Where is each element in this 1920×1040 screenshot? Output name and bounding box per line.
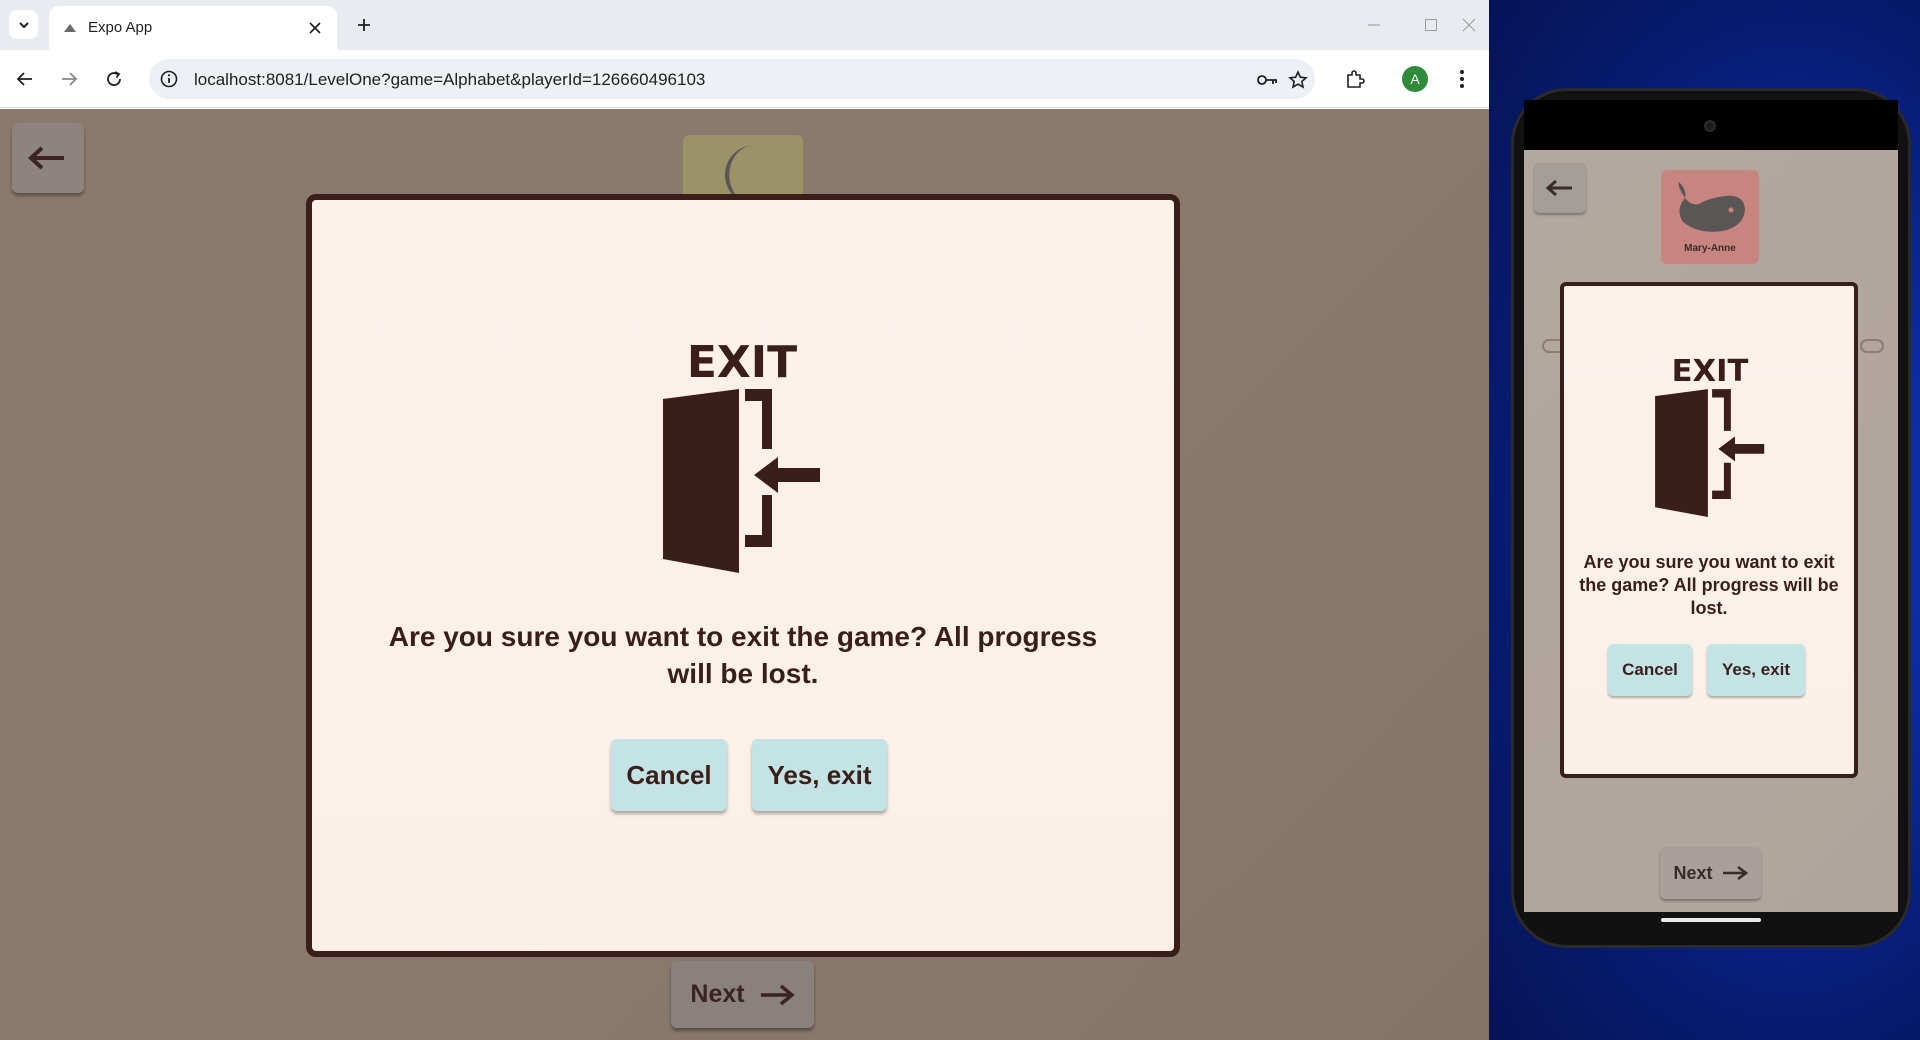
- arrow-right-icon: [1722, 865, 1748, 881]
- confirm-exit-button[interactable]: Yes, exit: [752, 739, 887, 811]
- extensions-button[interactable]: [1341, 65, 1369, 93]
- phone-slot-right: [1860, 339, 1884, 353]
- back-nav-button[interactable]: [10, 64, 40, 94]
- maximize-icon: [1425, 19, 1437, 31]
- phone-next-button[interactable]: Next: [1660, 847, 1761, 899]
- minimize-button[interactable]: [1354, 10, 1394, 40]
- more-vertical-icon: [1460, 70, 1464, 88]
- bookmark-button[interactable]: [1287, 69, 1309, 91]
- phone-home-indicator[interactable]: [1661, 918, 1761, 922]
- new-tab-button[interactable]: [351, 12, 377, 38]
- site-info-icon[interactable]: [159, 69, 179, 89]
- game-back-button[interactable]: [12, 123, 84, 193]
- exit-door-icon: EXIT: [663, 337, 820, 573]
- exit-confirm-message: Are you sure you want to exit the game? …: [388, 621, 1098, 689]
- phone-card-label: Mary-Anne: [1684, 243, 1736, 254]
- whale-icon: [1678, 182, 1745, 232]
- tab-search-button[interactable]: [9, 10, 38, 39]
- browser-tab-active[interactable]: Expo App: [49, 6, 337, 50]
- phone-cancel-button[interactable]: Cancel: [1608, 644, 1692, 696]
- phone-confirm-exit-button[interactable]: Yes, exit: [1707, 644, 1805, 696]
- exit-confirm-dialog: EXIT Are you sure you want to exit the g…: [306, 194, 1180, 957]
- reload-button[interactable]: [99, 64, 129, 94]
- phone-exit-confirm-dialog: EXIT Are you sure you want to exit the g…: [1560, 282, 1858, 778]
- profile-avatar[interactable]: A: [1402, 66, 1428, 92]
- puzzle-icon: [1347, 70, 1365, 88]
- tab-bar: Expo App: [0, 0, 1489, 50]
- arrow-right-icon: [760, 984, 795, 1005]
- tab-title: Expo App: [88, 19, 153, 36]
- arrow-left-icon: [1546, 179, 1572, 197]
- exit-door-icon: EXIT: [1655, 354, 1765, 518]
- web-app-viewport: Next EXIT Are you sure you want to exit …: [0, 109, 1489, 1040]
- arrow-right-icon: [62, 72, 78, 86]
- arrow-left-icon: [28, 146, 64, 170]
- arrow-left-icon: [16, 72, 32, 86]
- address-bar[interactable]: localhost:8081/LevelOne?game=Alphabet&pl…: [149, 59, 1315, 99]
- browser-toolbar: localhost:8081/LevelOne?game=Alphabet&pl…: [0, 50, 1489, 108]
- phone-app-screen: Mary-Anne EXIT Are you sure you want to …: [1524, 150, 1898, 912]
- plus-icon: [358, 19, 370, 31]
- close-icon: [309, 22, 321, 34]
- camera-icon: [1704, 120, 1716, 132]
- tab-close-button[interactable]: [305, 18, 325, 38]
- exit-icon-text: EXIT: [687, 337, 797, 388]
- forward-nav-button[interactable]: [54, 64, 84, 94]
- password-key-button[interactable]: [1257, 69, 1279, 91]
- phone-exit-icon-text: EXIT: [1672, 354, 1749, 389]
- address-url[interactable]: localhost:8081/LevelOne?game=Alphabet&pl…: [194, 70, 705, 90]
- next-button-label: Next: [690, 980, 745, 1008]
- chevron-down-icon: [18, 21, 29, 28]
- browser-window: Expo App localhost:8081/LevelOne?game=Al…: [0, 0, 1489, 1040]
- browser-menu-button[interactable]: [1448, 65, 1476, 93]
- minimize-icon: [1368, 24, 1380, 26]
- maximize-button[interactable]: [1411, 10, 1451, 40]
- reload-icon: [107, 71, 121, 86]
- phone-game-back-button[interactable]: [1534, 163, 1586, 213]
- close-icon: [1462, 18, 1476, 32]
- cancel-button[interactable]: Cancel: [611, 739, 727, 811]
- phone-letter-card[interactable]: Mary-Anne: [1661, 170, 1759, 264]
- key-icon: [1257, 75, 1277, 85]
- expo-favicon-icon: [64, 24, 76, 32]
- next-button[interactable]: Next: [671, 961, 814, 1028]
- close-window-button[interactable]: [1449, 10, 1489, 40]
- star-icon: [1288, 70, 1308, 89]
- phone-next-button-label: Next: [1673, 862, 1713, 883]
- phone-exit-confirm-message: Are you sure you want to exit the game? …: [1579, 552, 1839, 618]
